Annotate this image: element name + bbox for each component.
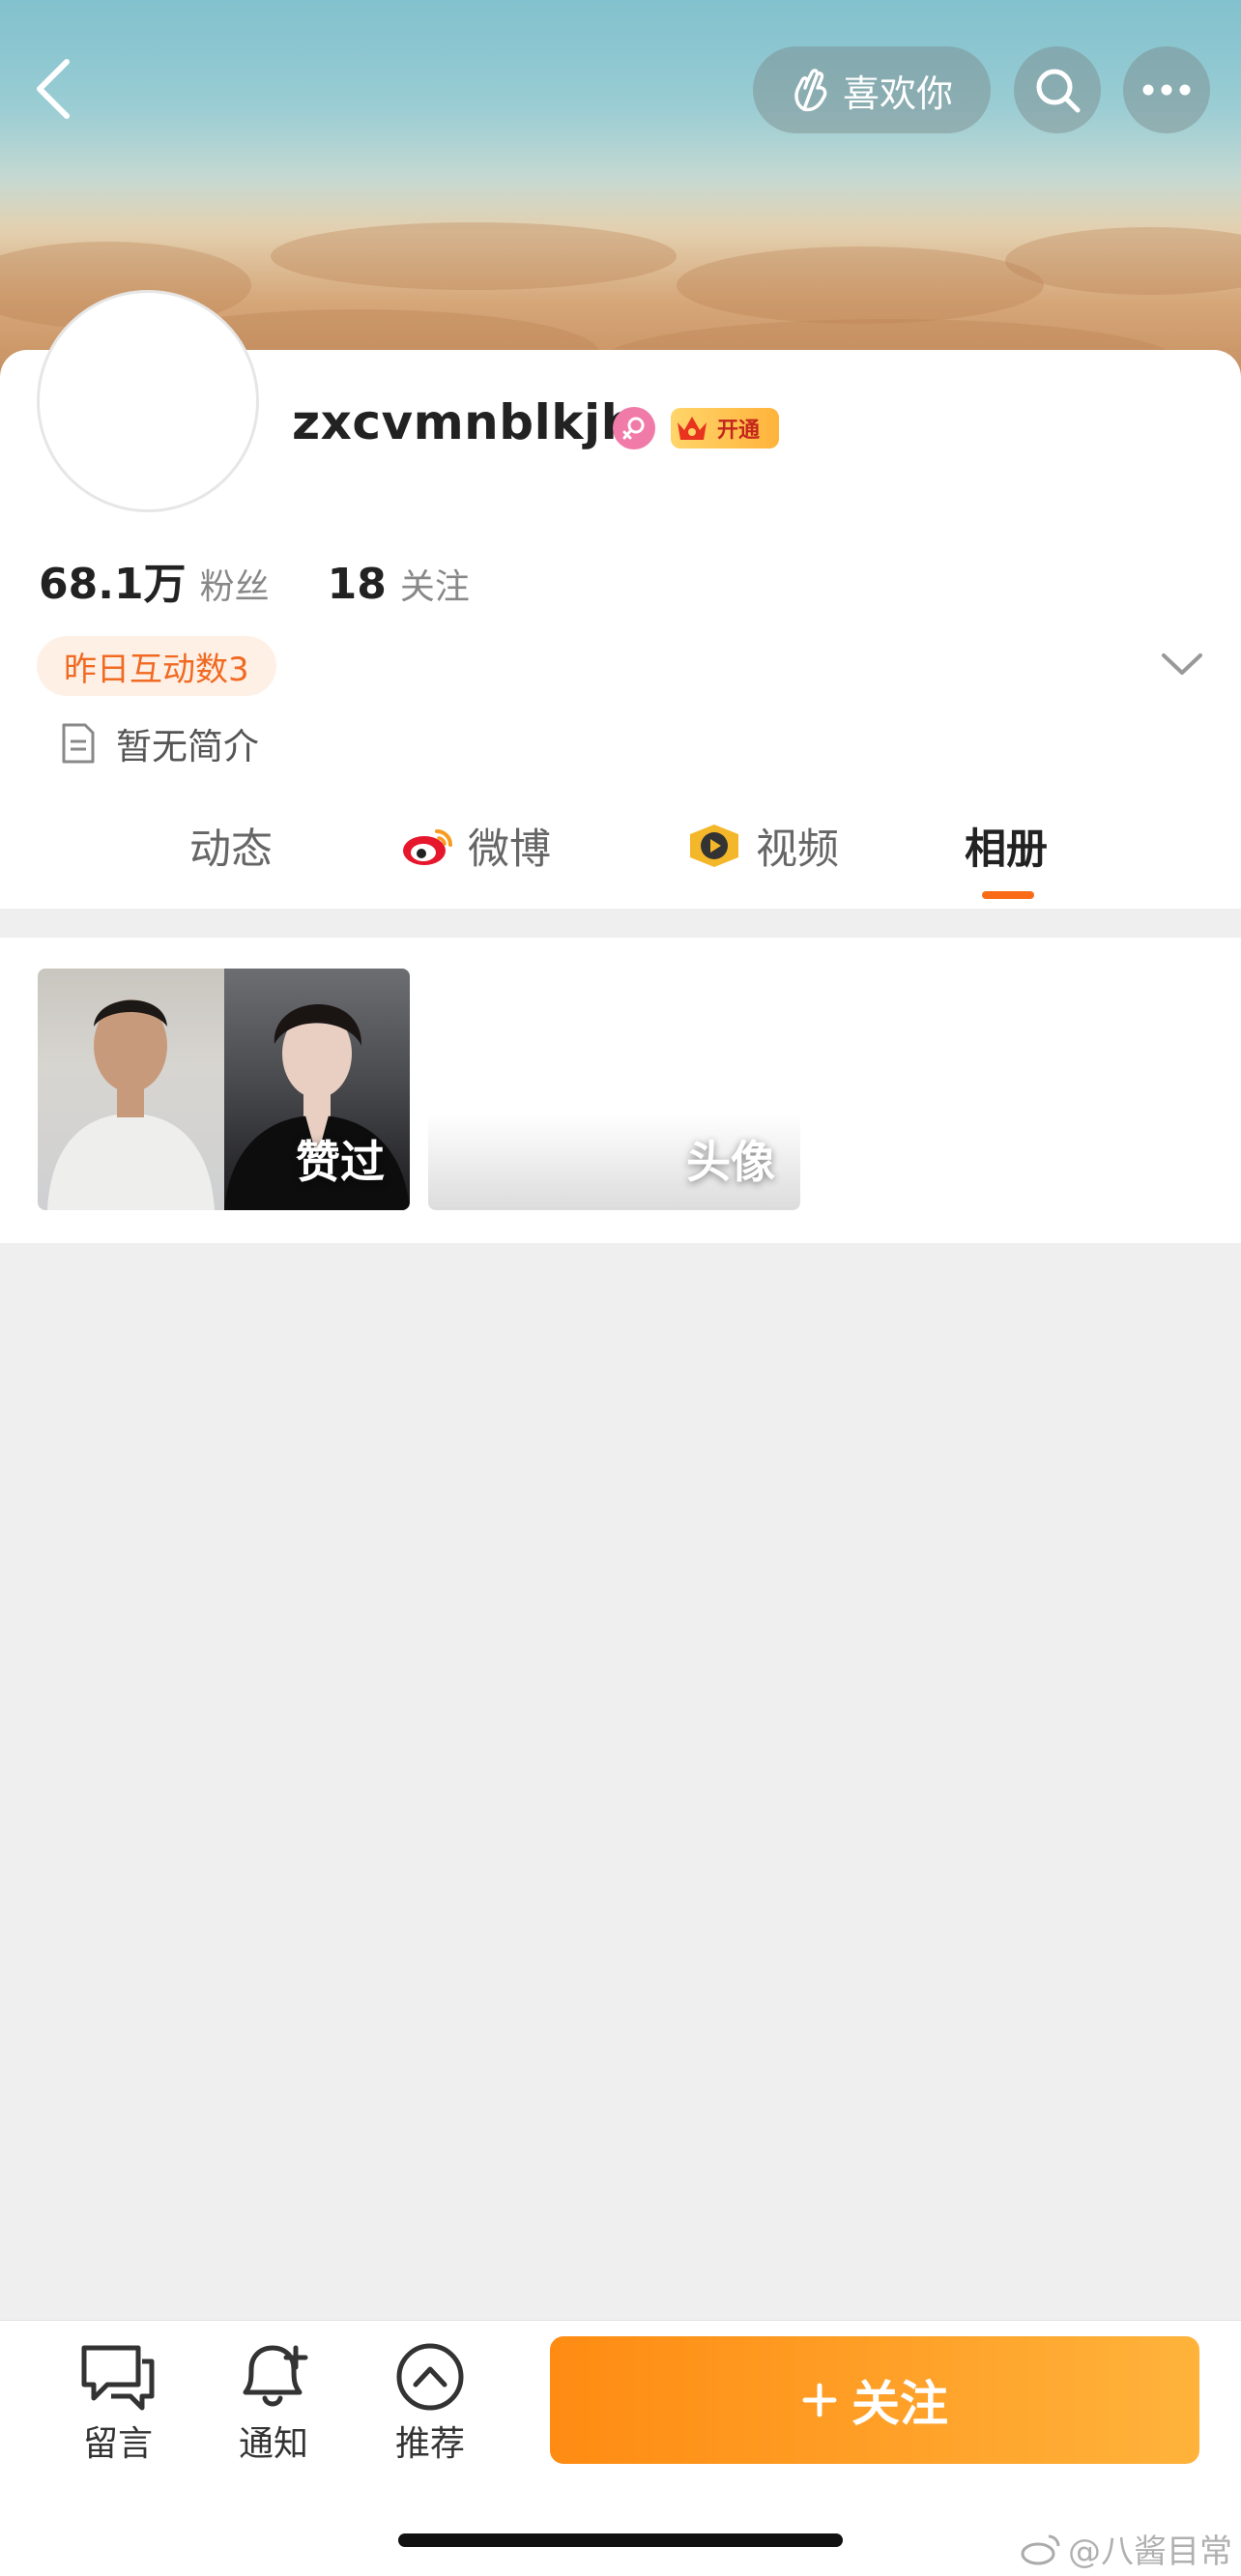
like-you-button[interactable]: 喜欢你	[753, 46, 991, 133]
interaction-tag[interactable]: 昨日互动数3	[37, 636, 276, 696]
cover-sand-ridge	[271, 222, 677, 290]
like-you-label: 喜欢你	[842, 72, 953, 115]
message-label: 留言	[82, 2424, 153, 2464]
following-label[interactable]: 关注	[400, 559, 470, 609]
follow-button[interactable]: 关注	[550, 2336, 1199, 2464]
album-avatar[interactable]: 头像	[428, 969, 800, 1210]
weibo-icon	[403, 829, 452, 865]
chevron-up-circle-icon	[396, 2343, 464, 2411]
recommend-button[interactable]: 推荐	[372, 2342, 488, 2466]
document-icon	[62, 723, 95, 764]
home-indicator[interactable]	[398, 2533, 843, 2547]
chevron-left-icon	[37, 59, 70, 119]
vip-open-badge[interactable]: 开通	[671, 408, 779, 449]
weibo-watermark-icon	[1021, 2534, 1060, 2564]
profile-stats: 68.1万 粉丝 18 关注	[39, 549, 470, 611]
tab-video[interactable]: 视频	[684, 816, 839, 876]
tab-label: 微博	[468, 825, 551, 874]
video-icon	[690, 825, 738, 867]
tab-label: 动态	[189, 825, 273, 874]
watermark-text: @八酱目常	[1068, 2533, 1232, 2571]
profile-tabs: 动态 微博 视频 相册	[0, 802, 1241, 899]
album-liked[interactable]: 赞过	[38, 969, 410, 1210]
tab-label: 视频	[756, 825, 839, 874]
crown-icon	[678, 417, 707, 440]
ellipsis-icon	[1142, 84, 1191, 96]
album-photo-thumbnail	[38, 969, 224, 1210]
search-icon	[1036, 69, 1081, 113]
bio-text: 暂无简介	[116, 726, 259, 767]
album-label: 赞过	[296, 1136, 385, 1188]
plus-icon	[802, 2383, 837, 2417]
tab-feed[interactable]: 动态	[189, 816, 273, 876]
female-gender-icon	[613, 407, 655, 449]
username: zxcvmnblkjh	[292, 394, 636, 450]
active-tab-indicator	[982, 891, 1034, 899]
more-options-button[interactable]	[1123, 46, 1210, 133]
avatar[interactable]	[37, 290, 259, 512]
bell-plus-icon	[243, 2345, 308, 2407]
tab-album[interactable]: 相册	[965, 816, 1048, 876]
finger-heart-icon	[794, 69, 827, 112]
notify-button[interactable]: 通知	[216, 2342, 332, 2466]
album-section: 赞过 头像	[0, 938, 1241, 1243]
follow-label: 关注	[851, 2376, 948, 2432]
tab-weibo[interactable]: 微博	[400, 816, 551, 876]
comment-icon	[81, 2345, 155, 2411]
album-label: 头像	[686, 1136, 775, 1188]
message-button[interactable]: 留言	[60, 2342, 176, 2466]
following-count[interactable]: 18	[328, 560, 387, 609]
bio-row: 暂无简介	[60, 717, 259, 769]
back-button[interactable]	[19, 50, 87, 128]
followers-count[interactable]: 68.1万	[39, 549, 187, 611]
watermark: @八酱目常	[1020, 2525, 1232, 2572]
followers-label[interactable]: 粉丝	[200, 559, 270, 609]
chevron-down-icon[interactable]	[1158, 648, 1206, 680]
search-button[interactable]	[1014, 46, 1101, 133]
notify-label: 通知	[238, 2424, 308, 2464]
recommend-label: 推荐	[394, 2424, 465, 2464]
cover-sand-ridge	[677, 246, 1044, 324]
vip-label: 开通	[717, 419, 761, 443]
tab-label: 相册	[965, 825, 1048, 874]
